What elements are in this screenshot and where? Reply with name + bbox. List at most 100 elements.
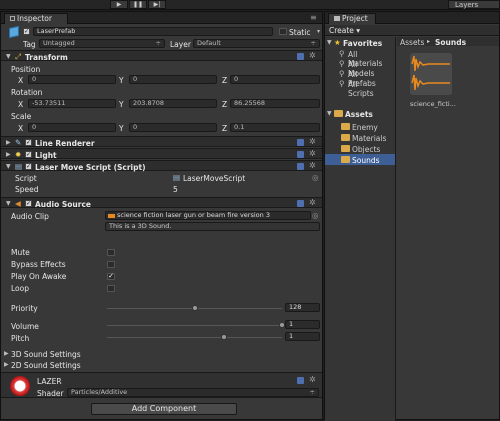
audio-source-checkbox[interactable]: ✓ (25, 200, 32, 207)
gear-icon[interactable]: ✲ (309, 150, 316, 158)
line-renderer-icon: ✎ (15, 138, 22, 147)
gear-icon[interactable]: ✲ (309, 376, 316, 384)
position-x-field[interactable]: 0 (28, 75, 116, 84)
step-button[interactable]: ▶| (148, 0, 166, 9)
gear-icon[interactable]: ✲ (309, 199, 316, 207)
volume-slider-track[interactable] (107, 325, 282, 326)
scale-z-field[interactable]: 0.1 (230, 123, 320, 132)
asset-name[interactable]: science_ficti... (410, 100, 456, 108)
scale-x-field[interactable]: 0 (28, 123, 116, 132)
object-picker-icon[interactable]: ◎ (312, 211, 319, 220)
light-header[interactable]: ▶ ✹ ✓ Light ✲ (1, 148, 322, 160)
priority-field[interactable]: 128 (285, 303, 320, 312)
expand-arrow-icon[interactable]: ▼ (327, 39, 332, 46)
help-icon[interactable] (297, 53, 304, 60)
collapse-arrow-icon[interactable]: ▶ (4, 350, 9, 357)
project-sidebar: ▼ ★ Favorites ⚲ All Materials ⚲ All Models… (325, 37, 396, 421)
line-renderer-checkbox[interactable]: ✓ (25, 139, 32, 146)
position-z-field[interactable]: 0 (230, 75, 320, 84)
project-tabbar: Project (325, 12, 499, 24)
sidebar-item-materials[interactable]: Materials (325, 132, 395, 143)
favorites-label: Favorites (343, 39, 383, 48)
sound-2d-settings[interactable]: 2D Sound Settings (11, 361, 81, 370)
sidebar-item-objects[interactable]: Objects (325, 143, 395, 154)
assets-label: Assets (345, 110, 373, 119)
gear-icon[interactable]: ✲ (309, 162, 316, 170)
layer-chevron-icon: ÷ (310, 39, 316, 47)
sidebar-item-enemy[interactable]: Enemy (325, 121, 395, 132)
tag-dropdown[interactable]: Untagged ÷ (39, 39, 165, 48)
help-icon[interactable] (297, 139, 304, 146)
script-label: Script (15, 174, 37, 183)
create-dropdown[interactable]: Create ▾ (329, 26, 360, 35)
inspector-panel: Inspector ≡ ✓ LaserPrefab Static ▾ Tag U… (0, 11, 323, 420)
search-icon: ⚲ (339, 69, 345, 78)
audio-clip-field[interactable]: science fiction laser gun or beam fire v… (105, 211, 311, 220)
laser-script-header[interactable]: ▼ ▤ ✓ Laser Move Script (Script) ✲ (1, 160, 322, 172)
breadcrumb-separator: ▸ (427, 38, 431, 45)
priority-slider-handle[interactable] (191, 305, 198, 311)
inspector-menu-icon[interactable]: ≡ (310, 14, 317, 22)
script-value[interactable]: LaserMoveScript (183, 174, 245, 183)
speed-value[interactable]: 5 (173, 185, 178, 194)
step-icon: ▶| (153, 1, 161, 8)
collapse-arrow-icon[interactable]: ▶ (4, 361, 9, 368)
collapse-arrow-icon: ▶ (6, 151, 11, 158)
scale-y-field[interactable]: 0 (129, 123, 217, 132)
shader-chevron-icon: ÷ (309, 388, 315, 396)
shader-dropdown[interactable]: Particles/Additive ÷ (67, 388, 319, 397)
breadcrumb-sounds[interactable]: Sounds (435, 38, 466, 47)
speed-label: Speed (15, 185, 39, 194)
loop-label: Loop (11, 284, 29, 293)
pitch-slider-handle[interactable] (221, 334, 228, 340)
rotation-x-field[interactable]: -53.73511 (28, 99, 116, 108)
audio-asset-thumbnail[interactable] (410, 53, 452, 95)
laser-script-checkbox[interactable]: ✓ (25, 163, 32, 170)
tab-project[interactable]: Project (328, 13, 376, 24)
pause-button[interactable]: ❚❚ (129, 0, 147, 9)
rotation-z-label: Z (222, 100, 228, 109)
help-icon[interactable] (297, 163, 304, 170)
position-y-field[interactable]: 0 (129, 75, 217, 84)
audio-source-header[interactable]: ▼ ◀ ✓ Audio Source ✲ (1, 197, 322, 209)
rotation-z-field[interactable]: 86.25568 (230, 99, 320, 108)
bypass-effects-checkbox[interactable] (107, 261, 115, 268)
mute-checkbox[interactable] (107, 249, 115, 256)
object-name-field[interactable]: LaserPrefab (33, 27, 273, 36)
breadcrumb-assets[interactable]: Assets (400, 38, 424, 47)
expand-arrow-icon: ▼ (6, 53, 11, 60)
audio-file-icon (108, 214, 115, 218)
pitch-label: Pitch (11, 334, 30, 343)
layer-dropdown[interactable]: Default ÷ (193, 39, 320, 48)
material-preview (10, 376, 30, 396)
static-checkbox[interactable] (279, 28, 287, 35)
help-icon[interactable] (297, 377, 304, 384)
sound-3d-settings[interactable]: 3D Sound Settings (11, 350, 81, 359)
folder-icon (341, 123, 350, 130)
gear-icon[interactable]: ✲ (309, 138, 316, 146)
object-picker-icon[interactable]: ◎ (312, 173, 319, 182)
help-icon[interactable] (297, 200, 304, 207)
line-renderer-header[interactable]: ▶ ✎ ✓ Line Renderer ✲ (1, 136, 322, 148)
sidebar-item-sounds[interactable]: Sounds (325, 154, 395, 165)
play-on-awake-checkbox[interactable]: ✓ (107, 273, 115, 280)
active-checkbox[interactable]: ✓ (23, 28, 30, 35)
project-panel: Project Create ▾ ▼ ★ Favorites ⚲ All Mate… (324, 11, 500, 421)
light-checkbox[interactable]: ✓ (25, 151, 32, 158)
tab-inspector[interactable]: Inspector (4, 13, 68, 24)
loop-checkbox[interactable] (107, 285, 115, 292)
volume-field[interactable]: 1 (285, 320, 320, 329)
laser-script-title: Laser Move Script (Script) (35, 163, 146, 172)
expand-arrow-icon[interactable]: ▼ (327, 110, 332, 117)
play-button[interactable]: ▶ (110, 0, 128, 9)
pitch-slider-track[interactable] (107, 337, 282, 338)
add-component-button[interactable]: Add Component (91, 403, 237, 415)
pitch-field[interactable]: 1 (285, 332, 320, 341)
rotation-y-field[interactable]: 203.8708 (129, 99, 217, 108)
audio-clip-label: Audio Clip (11, 212, 49, 221)
static-dropdown-icon[interactable]: ▾ (317, 28, 320, 35)
layers-dropdown[interactable]: Layers (448, 0, 500, 9)
transform-header[interactable]: ▼ ⤢ Transform ✲ (1, 50, 322, 62)
gear-icon[interactable]: ✲ (309, 52, 316, 60)
help-icon[interactable] (297, 151, 304, 158)
